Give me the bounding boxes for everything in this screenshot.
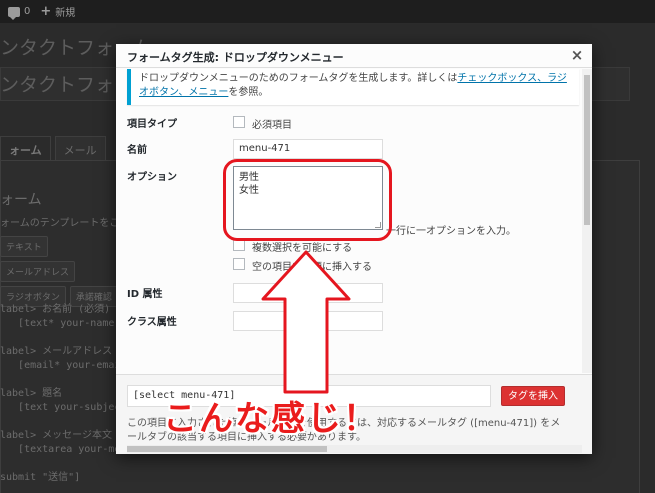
comments-count: 0 <box>24 6 31 17</box>
form-title-input: ンタクトフォー <box>0 74 134 96</box>
comment-bubble-icon <box>8 6 20 20</box>
plus-icon: + <box>40 4 52 19</box>
id-attr-input[interactable] <box>233 283 383 303</box>
dialog-title: フォームタグ生成: ドロップダウンメニュー <box>127 51 344 64</box>
required-label: 必須項目 <box>252 120 292 131</box>
blank-first-checkbox[interactable] <box>233 258 245 270</box>
form-section-desc: ォームのテンプレートをこ <box>0 218 120 229</box>
new-content-link[interactable]: + 新規 <box>40 4 75 19</box>
required-checkbox[interactable] <box>233 116 245 128</box>
form-code: label> お名前 (必須) [text* your-name] label>… <box>0 304 127 483</box>
multiple-label: 複数選択を可能にする <box>252 243 353 254</box>
class-attr-input[interactable] <box>233 311 383 331</box>
name-label: 名前 <box>127 145 147 156</box>
annotation-caption: こんな感じ！ <box>163 399 379 439</box>
close-icon[interactable]: × <box>568 46 586 64</box>
new-label: 新規 <box>55 8 76 19</box>
dialog-scrollbar[interactable] <box>582 69 592 373</box>
horizontal-scrollbar[interactable] <box>127 445 582 453</box>
tag-button-text: テキスト <box>0 236 48 257</box>
hscroll-thumb[interactable] <box>127 446 327 452</box>
highlight-ring <box>223 159 392 241</box>
class-attr-label: クラス属性 <box>127 317 177 328</box>
tag-generator-buttons: テキスト メールアドレス ラジオボタン 承諾確認 <box>0 236 120 307</box>
dialog-header: フォームタグ生成: ドロップダウンメニュー × <box>116 44 592 68</box>
options-label: オプション <box>127 172 177 183</box>
name-input[interactable]: menu-471 <box>233 139 383 159</box>
comments-link[interactable]: 0 <box>8 6 31 20</box>
blank-first-label: 空の項目を先頭に挿入する <box>252 262 372 273</box>
notice-text-end: を参照。 <box>228 87 269 98</box>
id-attr-label: ID 属性 <box>127 289 163 300</box>
field-type-label: 項目タイプ <box>127 119 177 130</box>
tag-button-email: メールアドレス <box>0 261 76 282</box>
options-hint: 一行に一オプションを入力。 <box>386 226 516 237</box>
notice-text: ドロップダウンメニューのためのフォームタグを生成します。詳しくは <box>139 73 458 84</box>
scroll-thumb[interactable] <box>584 75 590 225</box>
insert-tag-button[interactable]: タグを挿入 <box>501 386 565 406</box>
info-notice: ドロップダウンメニューのためのフォームタグを生成します。詳しくはチェックボックス… <box>127 69 579 105</box>
admin-bar: 0 + 新規 <box>0 0 655 23</box>
form-section-title: ォーム <box>0 192 42 208</box>
